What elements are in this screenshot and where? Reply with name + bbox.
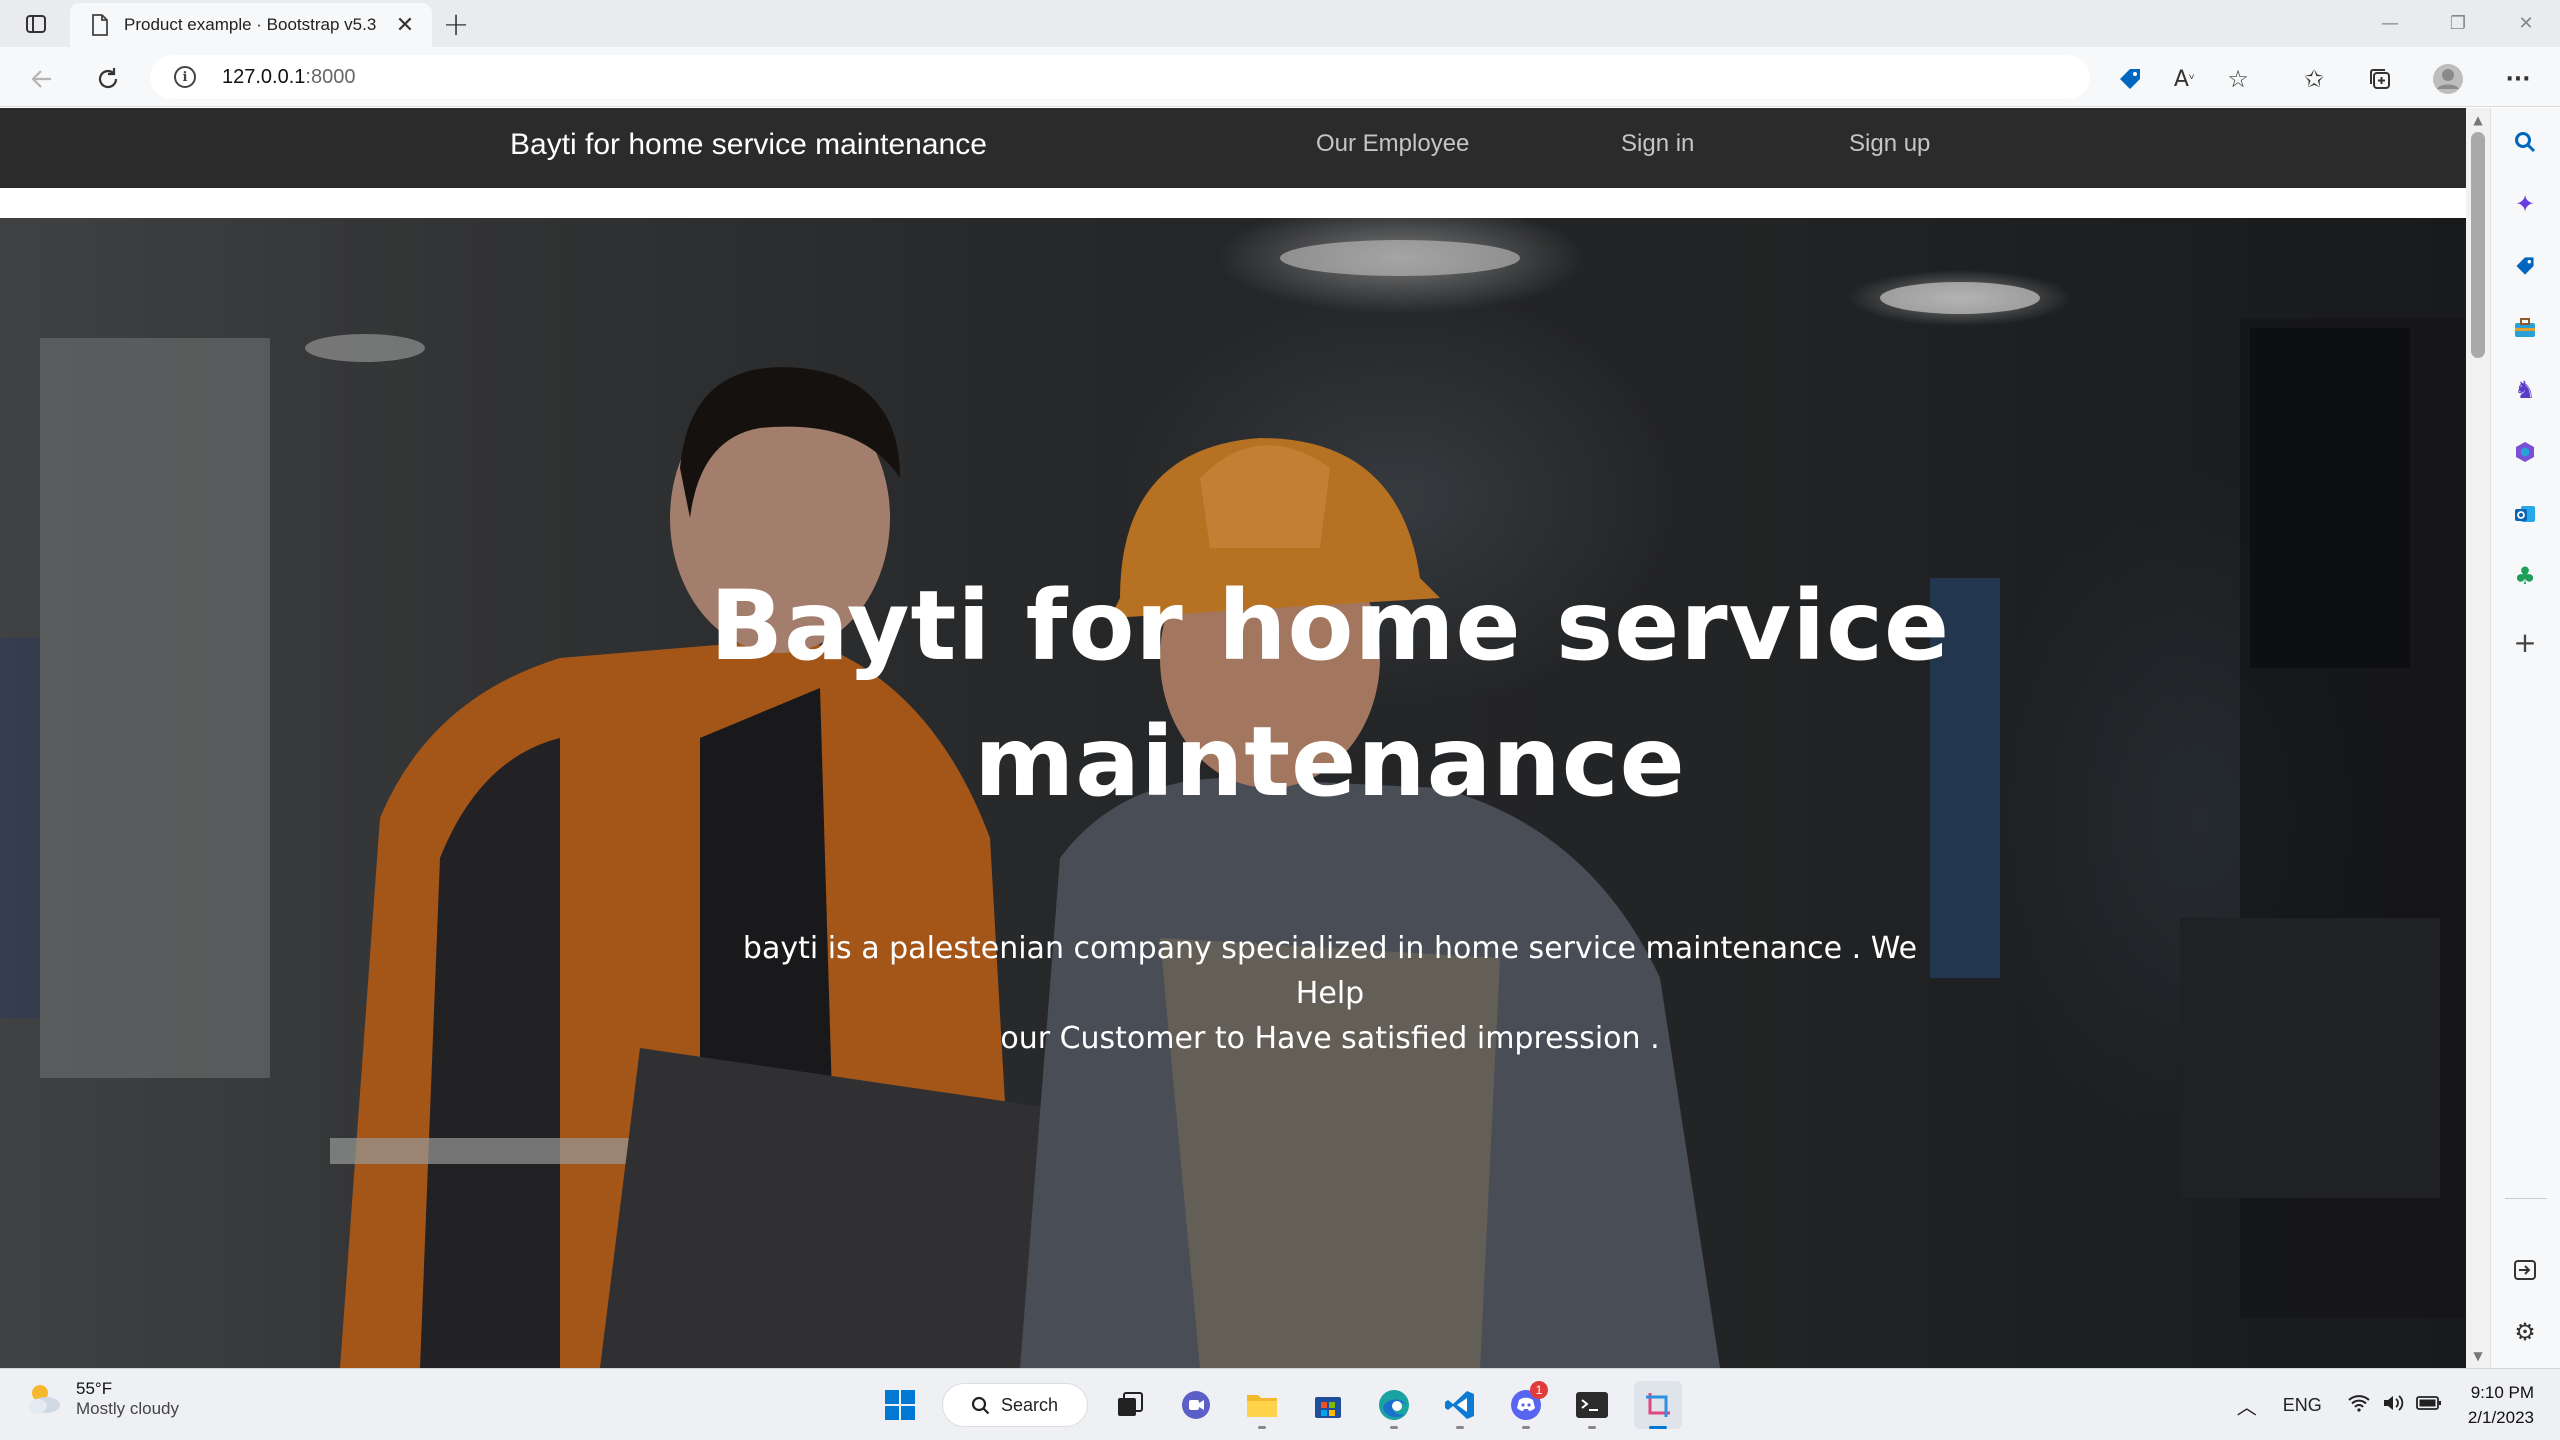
language-indicator[interactable]: ENG bbox=[2283, 1395, 2322, 1416]
discord-icon[interactable]: 1 bbox=[1502, 1381, 1550, 1429]
close-icon[interactable]: ✕ bbox=[392, 12, 418, 38]
hero-title-line2: maintenance bbox=[974, 706, 1686, 818]
notification-badge: 1 bbox=[1530, 1381, 1548, 1399]
url-port: :8000 bbox=[305, 65, 356, 88]
hero-description-line1: bayti is a palestenian company specializ… bbox=[742, 931, 1918, 1011]
hero-title-line1: Bayti for home service bbox=[709, 570, 1951, 682]
windows-taskbar: 55°F Mostly cloudy Search 1 ︿ ENG 9:10 P… bbox=[0, 1368, 2560, 1440]
nav-link-sign-up[interactable]: Sign up bbox=[1849, 130, 1930, 158]
settings-gear-icon[interactable]: ⚙ bbox=[2505, 1312, 2545, 1352]
clock-time: 9:10 PM bbox=[2470, 1383, 2534, 1402]
running-indicator bbox=[1456, 1426, 1464, 1429]
scroll-down-arrow-icon[interactable]: ▼ bbox=[2466, 1346, 2490, 1366]
file-explorer-icon[interactable] bbox=[1238, 1381, 1286, 1429]
battery-icon[interactable] bbox=[2415, 1395, 2442, 1416]
nav-link-sign-in[interactable]: Sign in bbox=[1621, 130, 1694, 158]
hero-section: Bayti for home service maintenance bayti… bbox=[0, 218, 2466, 1368]
site-brand-link[interactable]: Bayti for home service maintenance bbox=[510, 128, 987, 162]
search-icon[interactable] bbox=[2505, 122, 2545, 162]
sidebar-divider bbox=[2505, 1198, 2547, 1199]
taskbar-search-box[interactable]: Search bbox=[942, 1383, 1088, 1427]
terminal-icon[interactable] bbox=[1568, 1381, 1616, 1429]
add-sidebar-app-icon[interactable]: + bbox=[2505, 622, 2545, 662]
tree-icon[interactable]: ♣ bbox=[2505, 556, 2545, 596]
weather-temperature: 55°F bbox=[76, 1379, 113, 1398]
browser-tab-active[interactable]: Product example · Bootstrap v5.3 ✕ bbox=[70, 3, 432, 47]
tab-title: Product example · Bootstrap v5.3 bbox=[124, 15, 377, 34]
tab-actions-icon[interactable] bbox=[18, 10, 54, 38]
vscode-icon[interactable] bbox=[1436, 1381, 1484, 1429]
back-button[interactable] bbox=[22, 59, 62, 99]
add-favorite-icon[interactable]: ☆ bbox=[2220, 61, 2256, 97]
cloudy-weather-icon bbox=[29, 1385, 60, 1413]
running-indicator bbox=[1258, 1426, 1266, 1429]
collections-icon[interactable] bbox=[2362, 61, 2398, 97]
refresh-icon bbox=[98, 68, 118, 89]
favorites-icon[interactable]: ✩ bbox=[2296, 61, 2332, 97]
teams-chat-icon[interactable] bbox=[1172, 1381, 1220, 1429]
shopping-tag-icon[interactable] bbox=[2112, 61, 2148, 97]
outlook-icon[interactable] bbox=[2505, 494, 2545, 534]
running-indicator bbox=[1390, 1426, 1398, 1429]
system-tray: ︿ ENG 9:10 PM 2/1/2023 bbox=[2237, 1369, 2560, 1440]
running-indicator bbox=[1522, 1426, 1530, 1429]
sparkle-icon[interactable]: ✦ bbox=[2505, 184, 2545, 224]
page-icon bbox=[92, 14, 108, 36]
hero-description-line2: our Customer to Have satisfied impressio… bbox=[1000, 1021, 1660, 1056]
minimize-button[interactable]: — bbox=[2356, 0, 2424, 47]
edge-sidebar: ✦ ♞ ♣ + ⚙ bbox=[2490, 108, 2560, 1368]
browser-toolbar: i 127.0.0.1:8000 Aⱽ ☆ ✩ ··· bbox=[0, 47, 2560, 107]
taskbar-search-label: Search bbox=[1001, 1394, 1059, 1415]
hero-title: Bayti for home service maintenance bbox=[700, 558, 1960, 830]
windows-start-icon[interactable] bbox=[876, 1381, 924, 1429]
microsoft-365-icon[interactable] bbox=[2505, 432, 2545, 472]
hide-sidebar-icon[interactable] bbox=[2505, 1250, 2545, 1290]
page-scrollbar[interactable]: ▲ ▼ bbox=[2466, 108, 2490, 1368]
url-host: 127.0.0.1 bbox=[222, 65, 306, 88]
snipping-tool-icon[interactable] bbox=[1634, 1381, 1682, 1429]
wifi-icon[interactable] bbox=[2348, 1394, 2370, 1417]
page-viewport: Bayti for home service maintenance Our E… bbox=[0, 108, 2466, 1368]
shopping-icon[interactable] bbox=[2505, 246, 2545, 286]
weather-description: Mostly cloudy bbox=[76, 1399, 179, 1418]
read-aloud-icon[interactable]: Aⱽ bbox=[2166, 61, 2202, 97]
tools-briefcase-icon[interactable] bbox=[2505, 308, 2545, 348]
volume-icon[interactable] bbox=[2382, 1394, 2404, 1417]
clock-date: 2/1/2023 bbox=[2467, 1408, 2534, 1427]
running-indicator bbox=[1649, 1426, 1667, 1429]
nav-link-our-employee[interactable]: Our Employee bbox=[1316, 130, 1469, 158]
scroll-up-arrow-icon[interactable]: ▲ bbox=[2466, 110, 2490, 130]
taskbar-apps: Search 1 bbox=[876, 1381, 1682, 1429]
url-text: 127.0.0.1:8000 bbox=[222, 66, 355, 89]
site-info-icon[interactable]: i bbox=[174, 66, 196, 88]
games-icon[interactable]: ♞ bbox=[2505, 370, 2545, 410]
system-clock[interactable]: 9:10 PM 2/1/2023 bbox=[2468, 1380, 2534, 1430]
address-bar[interactable]: i 127.0.0.1:8000 bbox=[150, 55, 2090, 99]
back-arrow-icon bbox=[31, 70, 51, 88]
scroll-thumb[interactable] bbox=[2471, 132, 2485, 358]
chevron-up-icon[interactable]: ︿ bbox=[2237, 1391, 2257, 1420]
refresh-button[interactable] bbox=[88, 59, 128, 99]
restore-button[interactable]: ❐ bbox=[2424, 0, 2492, 47]
site-navbar: Bayti for home service maintenance Our E… bbox=[0, 108, 2466, 188]
profile-avatar-icon[interactable] bbox=[2430, 61, 2466, 97]
microsoft-store-icon[interactable] bbox=[1304, 1381, 1352, 1429]
more-options-icon[interactable]: ··· bbox=[2500, 61, 2536, 97]
window-controls: — ❐ ✕ bbox=[2356, 0, 2560, 47]
edge-browser-icon[interactable] bbox=[1370, 1381, 1418, 1429]
task-view-icon[interactable] bbox=[1106, 1381, 1154, 1429]
weather-widget[interactable]: 55°F Mostly cloudy bbox=[24, 1379, 179, 1419]
hero-description: bayti is a palestenian company specializ… bbox=[740, 926, 1920, 1061]
browser-tab-bar: Product example · Bootstrap v5.3 ✕ + — ❐… bbox=[0, 0, 2560, 47]
running-indicator bbox=[1588, 1426, 1596, 1429]
search-icon bbox=[971, 1396, 990, 1415]
new-tab-button[interactable]: + bbox=[440, 5, 472, 43]
window-close-button[interactable]: ✕ bbox=[2492, 0, 2560, 47]
